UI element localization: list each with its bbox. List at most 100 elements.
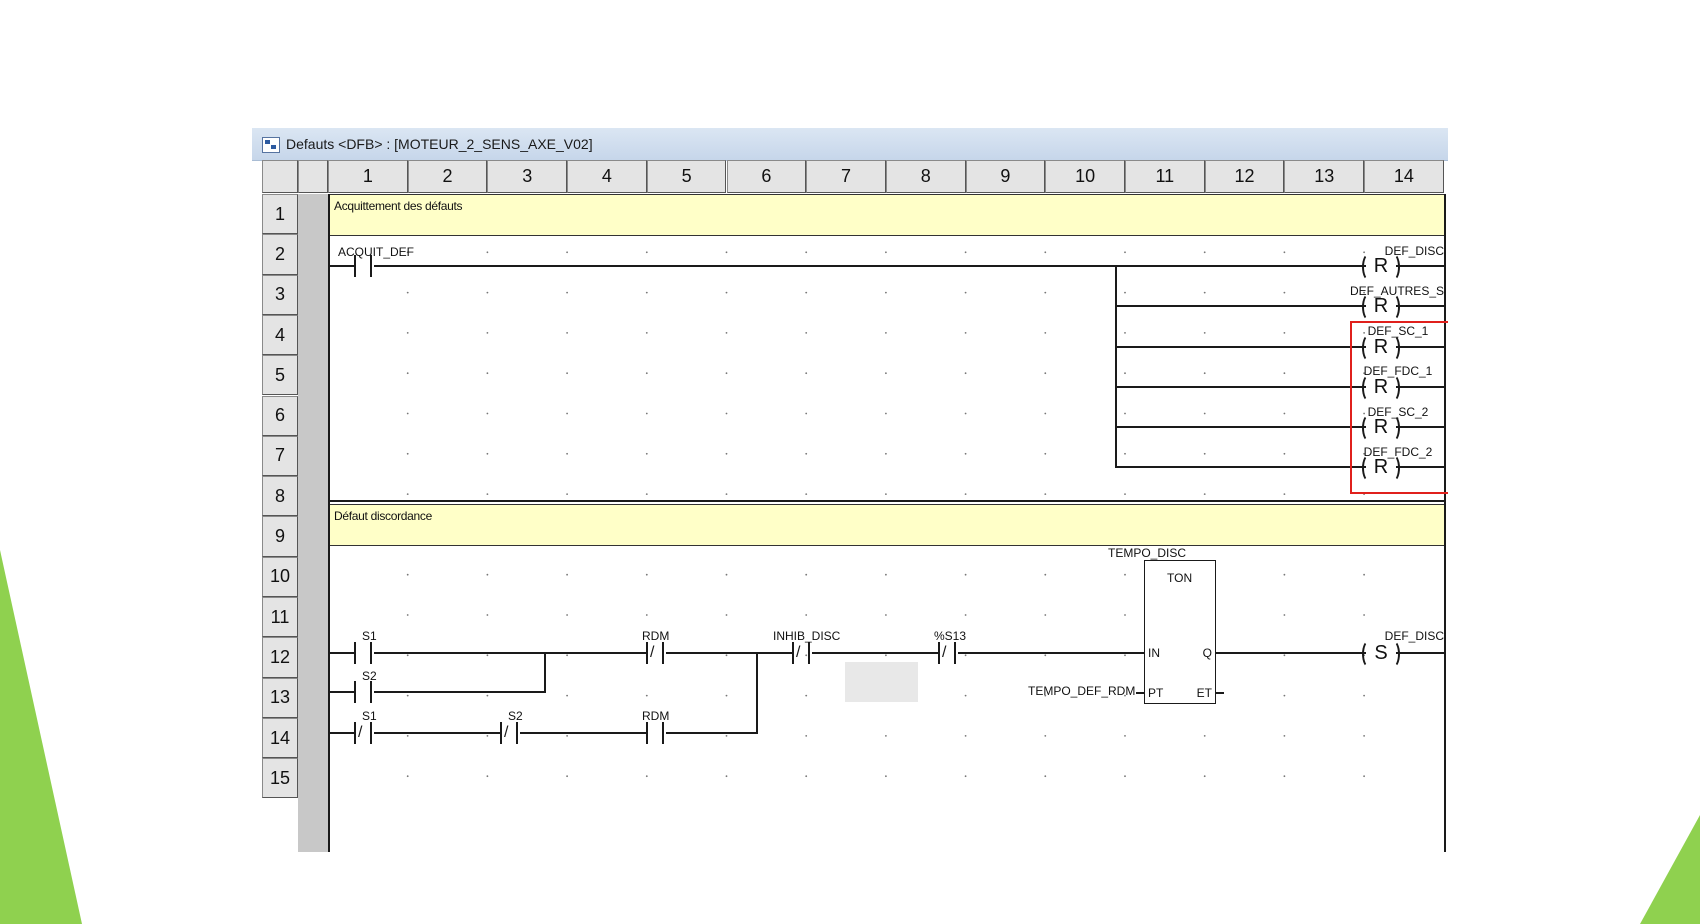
contact-label-rdm-2: RDM (642, 709, 670, 723)
rung-wire (374, 265, 1366, 267)
column-header-14[interactable]: 14 (1364, 160, 1444, 193)
rung-wire (520, 732, 646, 734)
column-header-12[interactable]: 12 (1204, 160, 1285, 193)
column-header-13[interactable]: 13 (1284, 160, 1365, 193)
green-triangle-right (1640, 815, 1700, 924)
pt-variable: TEMPO_DEF_RDM (1028, 684, 1136, 698)
column-header-7[interactable]: 7 (806, 160, 886, 193)
window-title: Defauts <DFB> : [MOTEUR_2_SENS_AXE_V02] (286, 136, 593, 152)
q-wire (1216, 652, 1366, 654)
branch-wire (1115, 466, 1366, 468)
rung-wire (374, 652, 646, 654)
branch-wire (1115, 305, 1366, 307)
row-header-11[interactable]: 11 (262, 597, 298, 638)
row-header-1[interactable]: 1 (262, 194, 298, 235)
contact-label-acquit: ACQUIT_DEF (338, 245, 415, 259)
rung-wire (330, 265, 354, 267)
contact-label-s1-nc: S1 (362, 709, 377, 723)
contact-label-s2-nc: S2 (508, 709, 523, 723)
contact-acquit-def[interactable] (352, 255, 374, 277)
row-header-5[interactable]: 5 (262, 355, 298, 396)
row-header-4[interactable]: 4 (262, 314, 298, 356)
contact-s1[interactable] (352, 642, 374, 664)
column-header-8[interactable]: 8 (885, 160, 966, 193)
column-header-11[interactable]: 11 (1125, 160, 1205, 193)
contact-s2-nc[interactable]: / (498, 722, 520, 744)
fb-pin-in: IN (1148, 646, 1160, 660)
fb-pin-pt: PT (1148, 686, 1164, 700)
rung-wire (374, 691, 546, 693)
rung-wire (330, 652, 354, 654)
column-header-10[interactable]: 10 (1045, 160, 1125, 193)
branch-vertical (1115, 265, 1117, 468)
contact-inhib-disc-nc[interactable]: / (790, 642, 812, 664)
pt-wire (1136, 692, 1144, 694)
contact-label-rdm: RDM (642, 629, 670, 643)
rung-wire (1396, 265, 1444, 267)
rung-wire (1396, 652, 1444, 654)
column-header-4[interactable]: 4 (567, 160, 647, 193)
branch-wire (1115, 426, 1366, 428)
fb-type: TON (1167, 571, 1193, 585)
window-titlebar[interactable]: Defauts <DFB> : [MOTEUR_2_SENS_AXE_V02] (252, 128, 1448, 161)
row-header-14[interactable]: 14 (262, 717, 298, 759)
comment-acquittement[interactable]: Acquittement des défauts (330, 194, 1444, 236)
comment-text: Acquittement des défauts (334, 199, 463, 213)
row-header-10[interactable]: 10 (262, 556, 298, 597)
row-header-9[interactable]: 9 (262, 516, 298, 557)
column-header-2[interactable]: 2 (407, 160, 488, 193)
rung-wire (812, 652, 938, 654)
rung-wire (330, 691, 354, 693)
branch-vertical (756, 652, 758, 734)
branch-wire (1396, 305, 1444, 307)
row-header-3[interactable]: 3 (262, 274, 298, 315)
column-header-1[interactable]: 1 (328, 160, 408, 193)
row-header-7[interactable]: 7 (262, 435, 298, 477)
grid-corner (262, 160, 298, 193)
coil-set-def-disc[interactable]: S (1362, 640, 1400, 668)
contact-rdm-nc[interactable]: / (644, 642, 666, 664)
branch-wire (1115, 346, 1366, 348)
contact-label-s1: S1 (362, 629, 377, 643)
branch-vertical (544, 652, 546, 693)
coil-reset-def-disc[interactable]: R (1362, 253, 1400, 281)
right-power-rail (1444, 194, 1446, 852)
row-header-15[interactable]: 15 (262, 758, 298, 799)
et-wire (1216, 692, 1224, 694)
dfb-icon (262, 137, 280, 153)
highlight-box (1350, 321, 1448, 494)
column-header-5[interactable]: 5 (646, 160, 727, 193)
rung-wire (666, 732, 758, 734)
row-header-13[interactable]: 13 (262, 677, 298, 718)
green-triangle-left (0, 550, 82, 924)
fb-pin-et: ET (1196, 686, 1212, 700)
column-header-6[interactable]: 6 (726, 160, 807, 193)
branch-wire (1115, 386, 1366, 388)
column-header-3[interactable]: 3 (487, 160, 568, 193)
grid-corner-2 (298, 160, 328, 193)
comment-discordance[interactable]: Défaut discordance (330, 504, 1444, 546)
fb-pin-q: Q (1202, 646, 1212, 660)
contact-s13-nc[interactable]: / (936, 642, 958, 664)
ladder-editor-window: Defauts <DFB> : [MOTEUR_2_SENS_AXE_V02] … (252, 128, 1448, 852)
contact-s2[interactable] (352, 681, 374, 703)
fb-instance-name: TEMPO_DISC (1108, 546, 1187, 560)
row-header-8[interactable]: 8 (262, 476, 298, 517)
coil-reset-def-autres-s[interactable]: R (1362, 293, 1400, 321)
column-header-9[interactable]: 9 (965, 160, 1046, 193)
left-rail-margin (298, 194, 328, 852)
contact-s1-nc[interactable]: / (352, 722, 374, 744)
contact-rdm[interactable] (644, 722, 666, 744)
comment-text: Défaut discordance (334, 509, 432, 523)
ton-function-block[interactable]: TON IN Q PT ET (1144, 560, 1216, 704)
rung-wire (666, 652, 792, 654)
row-header-12[interactable]: 12 (262, 637, 298, 678)
contact-label-s13: %S13 (934, 629, 967, 643)
rung-wire (330, 732, 354, 734)
rung-wire (958, 652, 1144, 654)
selected-cell[interactable] (845, 662, 918, 702)
row-header-6[interactable]: 6 (262, 395, 298, 436)
section-separator (328, 500, 1446, 502)
row-header-2[interactable]: 2 (262, 234, 298, 275)
contact-label-inhib-disc: INHIB_DISC (773, 629, 841, 643)
